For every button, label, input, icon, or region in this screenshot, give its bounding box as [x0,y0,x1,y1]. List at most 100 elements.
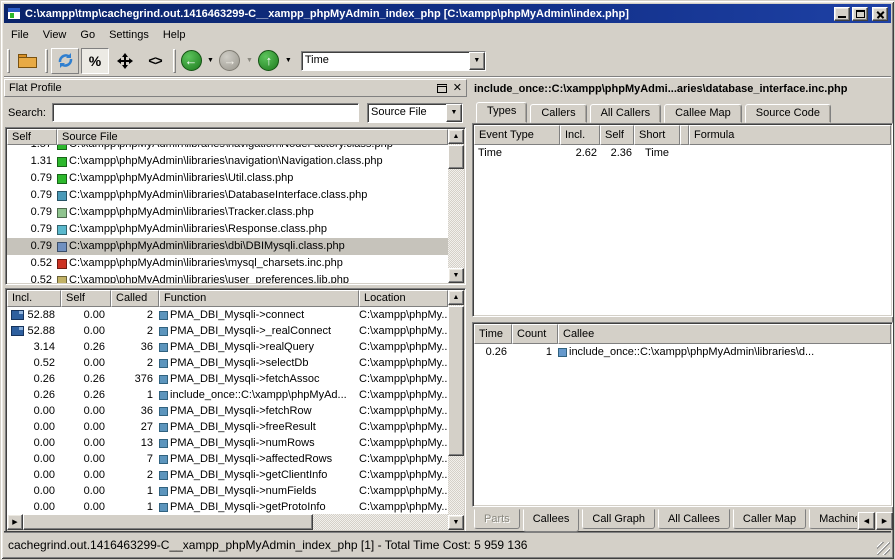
cycle-detection-button[interactable]: <> [141,48,169,74]
combo-dropdown-button[interactable]: ▼ [469,52,485,70]
bottom-tab-all-callees[interactable]: All Callees [658,509,730,529]
open-file-button[interactable] [13,48,41,74]
search-input[interactable] [52,103,359,122]
bottom-tab-parts[interactable]: Parts [474,509,520,529]
menu-go[interactable]: Go [73,27,102,43]
function-row[interactable]: 0.000.001PMA_DBI_Mysqli->getProtoInfoC:\… [7,499,448,514]
menu-settings[interactable]: Settings [102,27,156,43]
column-header-source-file[interactable]: Source File [57,129,448,145]
tab-callee-map[interactable]: Callee Map [664,104,742,123]
menu-view[interactable]: View [36,27,74,43]
tab-source-code[interactable]: Source Code [745,104,831,123]
bottom-tab-caller-map[interactable]: Caller Map [733,509,806,529]
maximize-button[interactable] [852,7,868,21]
float-dock-icon[interactable] [437,84,447,93]
refresh-button[interactable] [51,48,79,74]
column-header-self3[interactable]: Self [600,125,634,145]
status-text: cachegrind.out.1416463299-C__xampp_phpMy… [4,538,877,552]
column-header-self2[interactable]: Self [61,290,111,307]
back-dropdown-arrow[interactable]: ▼ [204,57,217,64]
scroll-down-icon[interactable]: ▼ [448,268,464,283]
column-header-function[interactable]: Function [159,290,359,307]
source-file-row[interactable]: 0.79C:\xampp\phpMyAdmin\libraries\Tracke… [7,204,448,221]
column-header-short[interactable]: Short [634,125,680,145]
move-button[interactable] [111,48,139,74]
column-header-incl3[interactable]: Incl. [560,125,600,145]
up-button[interactable]: ↑ [257,48,281,74]
incl-value: 52.88 [27,323,55,339]
toolbar-grip2[interactable] [45,49,48,73]
resize-grip[interactable] [877,542,890,555]
source-file-row[interactable]: 0.79C:\xampp\phpMyAdmin\libraries\Respon… [7,221,448,238]
function-row[interactable]: 0.000.0036PMA_DBI_Mysqli->fetchRowC:\xam… [7,403,448,419]
event-type-row[interactable]: Time2.622.36Time [474,145,891,162]
callee-row[interactable]: 0.261include_once::C:\xampp\phpMyAdmin\l… [474,344,891,361]
short-value: Time [634,145,680,162]
forward-button[interactable]: → [218,48,242,74]
bottom-tab-machine[interactable]: Machine [809,509,857,529]
minimize-button[interactable] [834,7,850,21]
close-dock-icon[interactable]: ✕ [453,84,462,93]
function-row[interactable]: 0.000.0013PMA_DBI_Mysqli->numRowsC:\xamp… [7,435,448,451]
tab-scroll-right-icon[interactable]: ▶ [876,512,893,530]
function-row[interactable]: 0.260.26376PMA_DBI_Mysqli->fetchAssocC:\… [7,371,448,387]
file-list-vscrollbar[interactable]: ▲ ▼ [448,129,464,283]
source-file-row[interactable]: 0.79C:\xampp\phpMyAdmin\libraries\Util.c… [7,170,448,187]
tab-types[interactable]: Types [476,102,527,123]
scroll-right-icon[interactable]: ▶ [7,514,23,530]
source-file-row[interactable]: 1.31C:\xampp\phpMyAdmin\libraries\naviga… [7,153,448,170]
up-dropdown-arrow[interactable]: ▼ [282,57,295,64]
menu-file[interactable]: File [4,27,36,43]
function-table-vscrollbar[interactable]: ▲ ▼ [448,290,464,530]
function-table-hscrollbar[interactable]: ◀ ▶ [7,514,448,530]
menu-help[interactable]: Help [156,27,193,43]
tab-all-callers[interactable]: All Callers [590,104,662,123]
column-header-gap[interactable] [680,125,689,145]
tab-scroll-left-icon[interactable]: ◀ [858,512,875,530]
source-file-row[interactable]: 1.57C:\xampp\phpMyAdmin\libraries\naviga… [7,145,448,153]
close-icon [873,8,887,20]
column-header-callee[interactable]: Callee [558,324,891,344]
column-header-location[interactable]: Location [359,290,448,307]
function-row[interactable]: 0.000.002PMA_DBI_Mysqli->getClientInfoC:… [7,467,448,483]
scroll-down-icon[interactable]: ▼ [448,515,464,530]
function-row[interactable]: 52.880.002PMA_DBI_Mysqli->connectC:\xamp… [7,307,448,323]
bottom-tab-call-graph[interactable]: Call Graph [582,509,655,529]
column-header-called[interactable]: Called [111,290,159,307]
toolbar-grip3[interactable] [173,49,176,73]
column-header-count[interactable]: Count [512,324,558,344]
function-row[interactable]: 0.000.0027PMA_DBI_Mysqli->freeResultC:\x… [7,419,448,435]
close-button[interactable] [872,7,888,21]
dock-header: Flat Profile ✕ [4,79,467,97]
scroll-thumb[interactable] [448,145,464,169]
bottom-tab-callees[interactable]: Callees [523,509,580,532]
column-header-formula[interactable]: Formula [689,125,891,145]
function-row[interactable]: 0.000.001PMA_DBI_Mysqli->numFieldsC:\xam… [7,483,448,499]
function-row[interactable]: 0.520.002PMA_DBI_Mysqli->selectDbC:\xamp… [7,355,448,371]
relative-percent-button[interactable]: % [81,48,109,74]
source-file-row[interactable]: 0.52C:\xampp\phpMyAdmin\libraries\mysql_… [7,255,448,272]
file-path: C:\xampp\phpMyAdmin\libraries\DatabaseIn… [69,187,367,204]
forward-dropdown-arrow[interactable]: ▼ [243,57,256,64]
scroll-up-icon[interactable]: ▲ [448,129,464,144]
column-header-self[interactable]: Self [7,129,57,145]
column-header-incl[interactable]: Incl. [7,290,61,307]
function-row[interactable]: 3.140.2636PMA_DBI_Mysqli->realQueryC:\xa… [7,339,448,355]
source-file-row[interactable]: 0.52C:\xampp\phpMyAdmin\libraries\user_p… [7,272,448,283]
group-by-dropdown-button[interactable]: ▼ [446,104,462,122]
column-header-event-type[interactable]: Event Type [474,125,560,145]
scroll-thumb[interactable] [23,514,313,530]
scroll-up-icon[interactable]: ▲ [448,290,464,305]
function-row[interactable]: 0.000.007PMA_DBI_Mysqli->affectedRowsC:\… [7,451,448,467]
group-by-combo[interactable]: Source File ▼ [367,103,463,123]
back-button[interactable]: ← [179,48,203,74]
column-header-time[interactable]: Time [474,324,512,344]
function-row[interactable]: 52.880.002PMA_DBI_Mysqli->_realConnectC:… [7,323,448,339]
tab-callers[interactable]: Callers [530,104,586,123]
function-row[interactable]: 0.260.261include_once::C:\xampp\phpMyAd.… [7,387,448,403]
scroll-thumb[interactable] [448,306,464,456]
event-type-combo[interactable]: Time ▼ [301,51,486,71]
source-file-row[interactable]: 0.79C:\xampp\phpMyAdmin\libraries\Databa… [7,187,448,204]
source-file-row[interactable]: 0.79C:\xampp\phpMyAdmin\libraries\dbi\DB… [7,238,448,255]
toolbar-grip[interactable] [7,49,10,73]
